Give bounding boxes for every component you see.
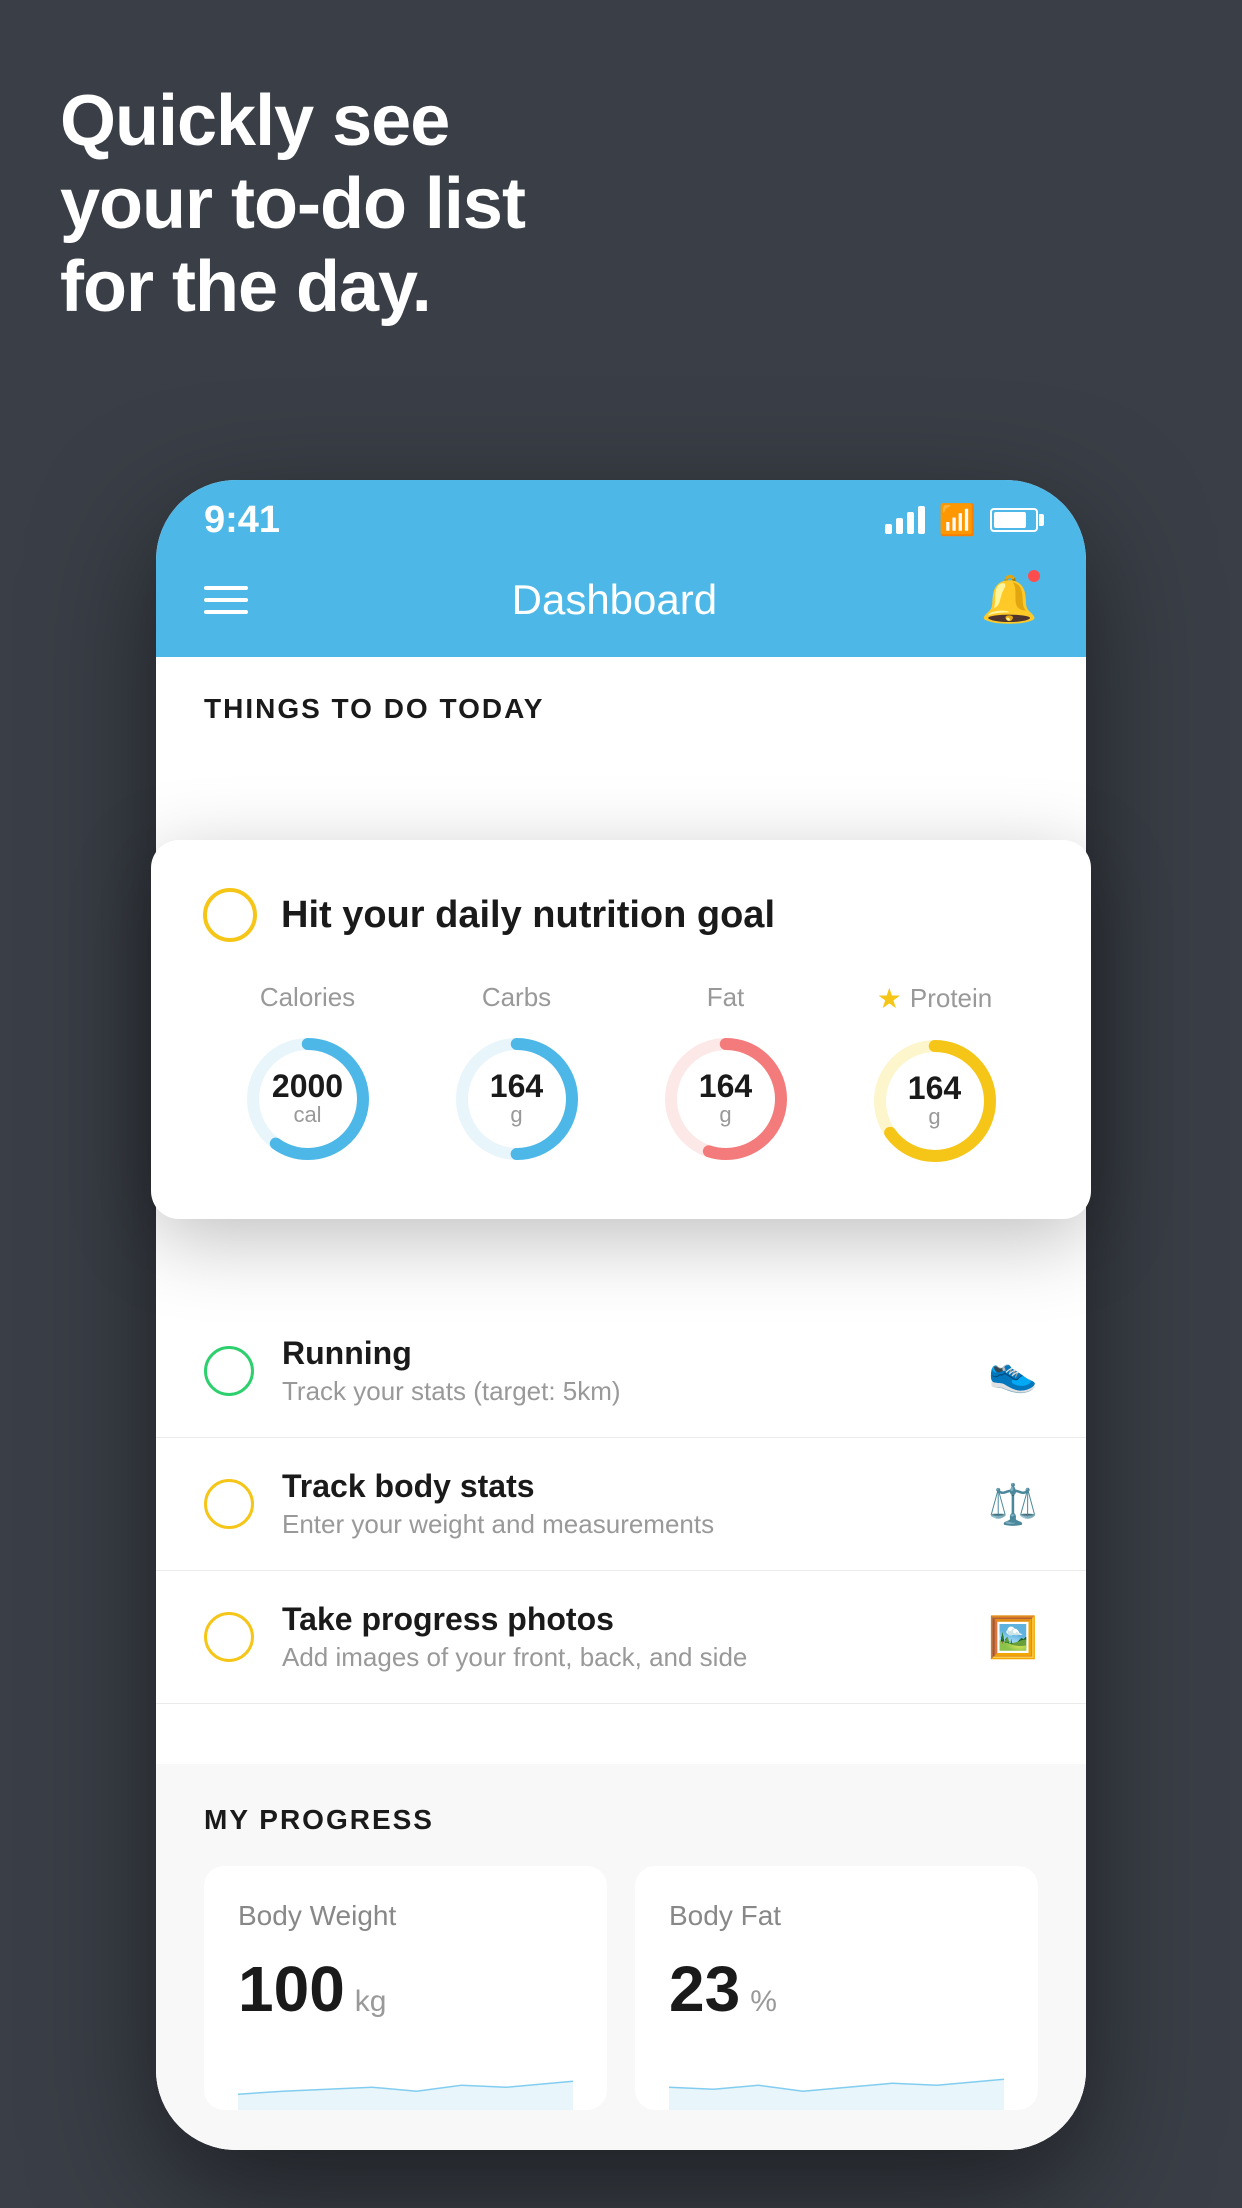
nutrition-calories: Calories 2000 cal <box>238 982 378 1169</box>
app-header: Dashboard 🔔 <box>156 552 1086 657</box>
todo-item-running[interactable]: Running Track your stats (target: 5km) 👟 <box>156 1305 1086 1438</box>
header-title: Dashboard <box>512 576 717 624</box>
body-fat-label: Body Fat <box>669 1900 1004 1932</box>
progress-cards: Body Weight 100 kg Body Fat <box>204 1866 1038 2110</box>
todo-item-body-stats[interactable]: Track body stats Enter your weight and m… <box>156 1438 1086 1571</box>
hero-line2: your to-do list <box>60 163 525 246</box>
body-fat-unit: % <box>750 1985 777 2019</box>
shoe-icon: 👟 <box>988 1348 1038 1395</box>
todo-subtitle-running: Track your stats (target: 5km) <box>282 1376 960 1407</box>
person-icon: 🖼️ <box>988 1614 1038 1661</box>
card-header: Hit your daily nutrition goal <box>203 888 1039 942</box>
carbs-label: Carbs <box>482 982 551 1013</box>
calories-unit: cal <box>272 1102 343 1128</box>
body-weight-unit: kg <box>355 1985 387 2019</box>
nutrition-checkbox[interactable] <box>203 888 257 942</box>
fat-ring: 164 g <box>656 1029 796 1169</box>
hamburger-line <box>204 586 248 590</box>
hero-line1: Quickly see <box>60 80 525 163</box>
body-fat-card: Body Fat 23 % <box>635 1866 1038 2110</box>
body-weight-label: Body Weight <box>238 1900 573 1932</box>
nutrition-fat: Fat 164 g <box>656 982 796 1169</box>
protein-label: ★ Protein <box>877 982 993 1015</box>
nutrition-card: Hit your daily nutrition goal Calories 2… <box>151 840 1091 1219</box>
nutrition-card-title: Hit your daily nutrition goal <box>281 894 775 937</box>
todo-title-running: Running <box>282 1335 960 1372</box>
body-weight-card: Body Weight 100 kg <box>204 1866 607 2110</box>
todo-circle-yellow-stats <box>204 1479 254 1529</box>
body-fat-sparkline <box>669 2050 1004 2110</box>
progress-title: MY PROGRESS <box>204 1804 1038 1836</box>
nutrition-circles: Calories 2000 cal Carbs <box>203 982 1039 1171</box>
status-bar: 9:41 📶 <box>156 480 1086 552</box>
body-fat-number: 23 <box>669 1952 740 2026</box>
body-weight-value: 100 kg <box>238 1952 573 2026</box>
todo-text-running: Running Track your stats (target: 5km) <box>282 1335 960 1407</box>
todo-text-photos: Take progress photos Add images of your … <box>282 1601 960 1673</box>
hero-text: Quickly see your to-do list for the day. <box>60 80 525 328</box>
fat-unit: g <box>699 1102 752 1128</box>
todo-subtitle-photos: Add images of your front, back, and side <box>282 1642 960 1673</box>
hamburger-line <box>204 610 248 614</box>
todo-title-photos: Take progress photos <box>282 1601 960 1638</box>
signal-icon <box>885 506 925 534</box>
status-time: 9:41 <box>204 499 280 542</box>
bell-icon[interactable]: 🔔 <box>981 572 1038 627</box>
nutrition-carbs: Carbs 164 g <box>447 982 587 1169</box>
battery-icon <box>990 508 1038 532</box>
fat-value: 164 <box>699 1070 752 1102</box>
hero-line3: for the day. <box>60 246 525 329</box>
todo-list: Running Track your stats (target: 5km) 👟… <box>156 1305 1086 1704</box>
carbs-unit: g <box>490 1102 543 1128</box>
todo-title-body-stats: Track body stats <box>282 1468 960 1505</box>
protein-value: 164 <box>908 1072 961 1104</box>
protein-ring: 164 g <box>865 1031 1005 1171</box>
calories-value: 2000 <box>272 1070 343 1102</box>
status-icons: 📶 <box>885 503 1038 538</box>
carbs-value: 164 <box>490 1070 543 1102</box>
body-weight-sparkline <box>238 2050 573 2110</box>
todo-text-body-stats: Track body stats Enter your weight and m… <box>282 1468 960 1540</box>
hamburger-line <box>204 598 248 602</box>
fat-label: Fat <box>707 982 745 1013</box>
hamburger-menu[interactable] <box>204 586 248 614</box>
notification-dot <box>1026 568 1042 584</box>
calories-ring: 2000 cal <box>238 1029 378 1169</box>
scale-icon: ⚖️ <box>988 1481 1038 1528</box>
things-title: THINGS TO DO TODAY <box>156 657 1086 745</box>
wifi-icon: 📶 <box>939 503 976 538</box>
todo-item-photos[interactable]: Take progress photos Add images of your … <box>156 1571 1086 1704</box>
protein-label-text: Protein <box>910 983 992 1014</box>
star-icon: ★ <box>877 982 902 1015</box>
body-fat-value: 23 % <box>669 1952 1004 2026</box>
todo-subtitle-body-stats: Enter your weight and measurements <box>282 1509 960 1540</box>
progress-section: MY PROGRESS Body Weight 100 kg <box>156 1764 1086 2150</box>
body-weight-number: 100 <box>238 1952 345 2026</box>
phone-frame: 9:41 📶 Dashboard 🔔 THINGS T <box>156 480 1086 2150</box>
todo-circle-green <box>204 1346 254 1396</box>
protein-unit: g <box>908 1104 961 1130</box>
carbs-ring: 164 g <box>447 1029 587 1169</box>
nutrition-protein: ★ Protein 164 g <box>865 982 1005 1171</box>
todo-circle-yellow-photos <box>204 1612 254 1662</box>
calories-label: Calories <box>260 982 355 1013</box>
